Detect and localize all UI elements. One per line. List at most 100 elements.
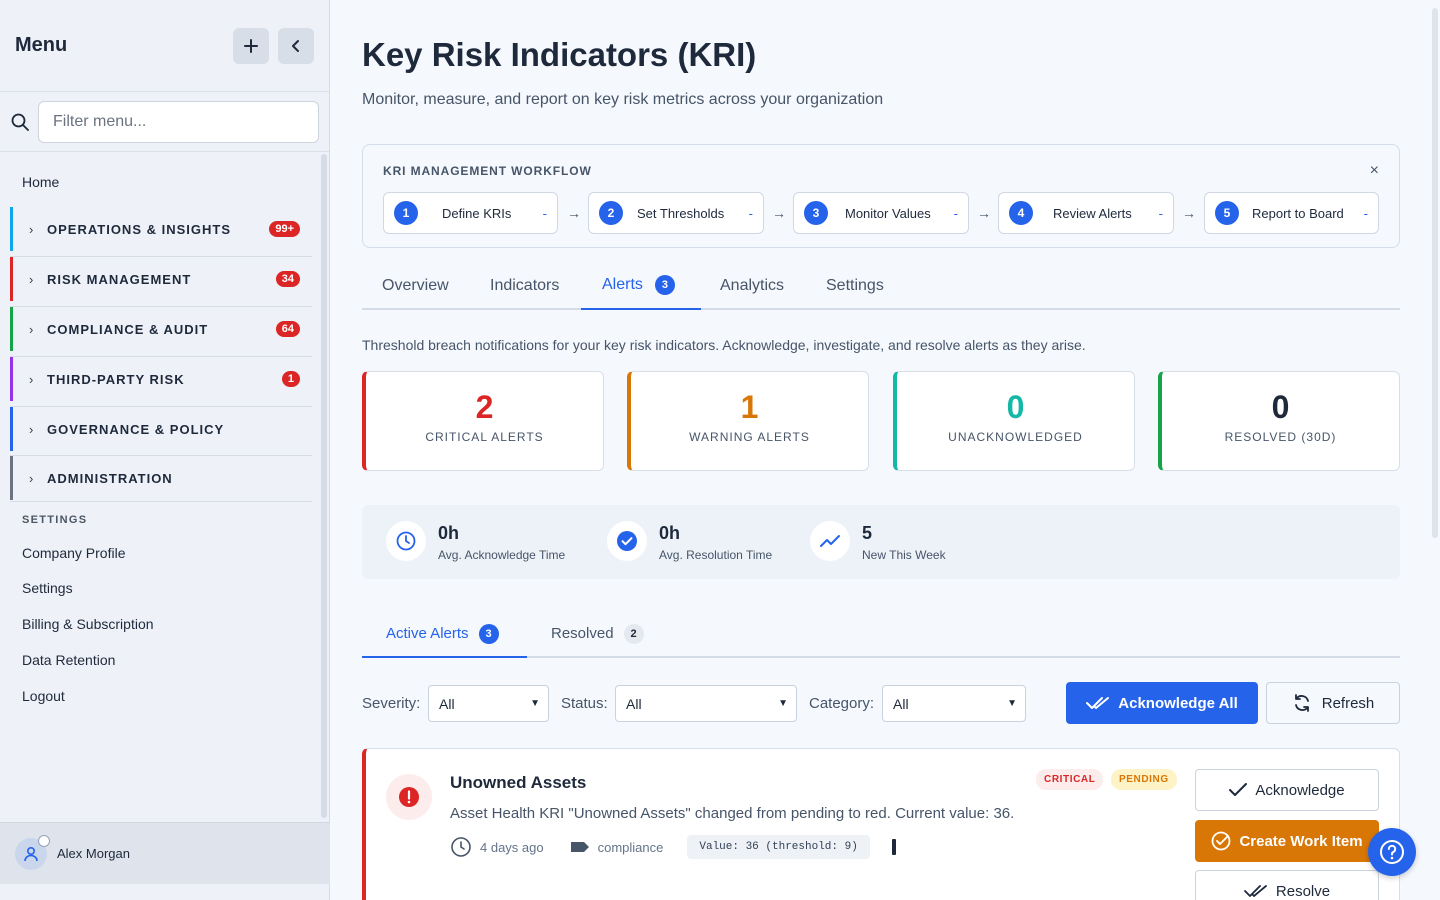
workflow-step-set-thresholds[interactable]: 2 Set Thresholds - xyxy=(588,192,764,234)
add-button[interactable] xyxy=(233,27,269,64)
severity-label: Severity: xyxy=(362,695,421,712)
sidebar-item-company-profile[interactable]: Company Profile xyxy=(22,545,126,561)
active-subtab-indicator xyxy=(362,656,527,658)
workflow-step-define-kris[interactable]: 1 Define KRIs - xyxy=(383,192,558,234)
chevron-right-icon: › xyxy=(29,470,34,486)
sidebar-group-governance-policy[interactable]: › GOVERNANCE & POLICY xyxy=(10,407,312,451)
alert-subtabs: Active Alerts 3 Resolved 2 xyxy=(362,610,1400,658)
chevron-down-icon: ▼ xyxy=(530,698,540,709)
page-scrollbar[interactable] xyxy=(1432,8,1438,538)
page-subtitle: Monitor, measure, and report on key risk… xyxy=(362,91,884,108)
double-check-icon xyxy=(1086,697,1110,709)
tab-active-alerts[interactable]: Active Alerts 3 xyxy=(386,624,499,644)
alert-card: Unowned Assets CRITICAL PENDING Asset He… xyxy=(362,748,1400,900)
stat-card-warning: 1 WARNING ALERTS xyxy=(627,371,869,471)
divider xyxy=(10,501,312,502)
step-status: - xyxy=(1363,205,1368,221)
category-label: Category: xyxy=(809,695,875,712)
step-status: - xyxy=(953,205,958,221)
chevron-right-icon: › xyxy=(29,271,34,287)
metric-label: Avg. Resolution Time xyxy=(659,548,773,562)
alerts-count-badge: 3 xyxy=(654,275,675,295)
tab-settings[interactable]: Settings xyxy=(826,277,884,295)
tab-indicators[interactable]: Indicators xyxy=(490,277,559,295)
workflow-step-report-to-board[interactable]: 5 Report to Board - xyxy=(1204,192,1379,234)
metric-new-this-week: 5 New This Week xyxy=(810,521,946,562)
refresh-button[interactable]: Refresh xyxy=(1266,682,1400,724)
stat-label: CRITICAL ALERTS xyxy=(425,430,544,444)
step-status: - xyxy=(748,205,753,221)
severity-select[interactable]: All ▼ xyxy=(428,685,549,722)
stat-label: RESOLVED (30D) xyxy=(1224,430,1337,444)
help-button[interactable] xyxy=(1368,828,1416,876)
tab-alerts[interactable]: Alerts 3 xyxy=(602,275,675,295)
metric-value: 5 xyxy=(862,523,873,543)
metric-resolution-time: 0h Avg. Resolution Time xyxy=(607,521,772,562)
sidebar-group-administration[interactable]: › ADMINISTRATION xyxy=(10,456,312,500)
workflow-panel: KRI MANAGEMENT WORKFLOW × 1 Define KRIs … xyxy=(362,144,1400,248)
sidebar-item-settings[interactable]: Settings xyxy=(22,580,73,596)
user-profile[interactable]: Alex Morgan xyxy=(0,822,330,884)
sidebar-group-compliance-audit[interactable]: › COMPLIANCE & AUDIT 64 xyxy=(10,307,312,351)
sidebar-group-risk-management[interactable]: › RISK MANAGEMENT 34 xyxy=(10,257,312,301)
stat-card-resolved: 0 RESOLVED (30D) xyxy=(1158,371,1400,471)
status-badge: PENDING xyxy=(1111,769,1177,790)
user-name: Alex Morgan xyxy=(57,846,130,861)
status-select[interactable]: All ▼ xyxy=(615,685,797,722)
sidebar-group-label: OPERATIONS & INSIGHTS xyxy=(47,221,231,237)
sidebar-group-operations-insights[interactable]: › OPERATIONS & INSIGHTS 99+ xyxy=(10,207,312,251)
chevron-left-icon xyxy=(292,39,299,52)
acknowledge-button[interactable]: Acknowledge xyxy=(1195,769,1379,811)
sidebar-item-data-retention[interactable]: Data Retention xyxy=(22,652,115,668)
button-label: Resolve xyxy=(1275,882,1331,900)
sidebar-item-home[interactable]: Home xyxy=(22,174,59,190)
user-icon xyxy=(24,846,38,861)
stat-value: 1 xyxy=(740,389,759,425)
resolve-button[interactable]: Resolve xyxy=(1195,870,1379,900)
button-label: Acknowledge All xyxy=(1118,694,1238,712)
tab-label: Alerts xyxy=(602,276,643,294)
avatar xyxy=(15,834,50,870)
workflow-step-review-alerts[interactable]: 4 Review Alerts - xyxy=(998,192,1174,234)
create-work-item-button[interactable]: Create Work Item xyxy=(1195,820,1379,862)
clock-icon xyxy=(386,521,426,561)
resolved-count-badge: 2 xyxy=(623,624,644,644)
sidebar-nav: Home › OPERATIONS & INSIGHTS 99+ › RISK … xyxy=(0,152,330,820)
workflow-title: KRI MANAGEMENT WORKFLOW xyxy=(383,164,592,178)
sidebar: Menu Home › OPERATIONS & INSIGHTS 99+ › … xyxy=(0,0,330,900)
chevron-right-icon: › xyxy=(29,421,34,437)
category-select[interactable]: All ▼ xyxy=(882,685,1026,722)
stat-label: WARNING ALERTS xyxy=(689,430,810,444)
sidebar-group-third-party-risk[interactable]: › THIRD-PARTY RISK 1 xyxy=(10,357,312,401)
acknowledge-all-button[interactable]: Acknowledge All xyxy=(1066,682,1258,724)
tab-resolved[interactable]: Resolved 2 xyxy=(551,624,644,644)
tab-overview[interactable]: Overview xyxy=(382,277,449,295)
count-badge: 99+ xyxy=(269,221,300,237)
metric-value: 0h xyxy=(659,523,681,543)
filter-menu-input[interactable] xyxy=(38,100,319,143)
sidebar-group-label: COMPLIANCE & AUDIT xyxy=(47,321,209,337)
tab-analytics[interactable]: Analytics xyxy=(720,277,784,295)
step-label: Set Thresholds xyxy=(637,205,725,221)
close-icon[interactable]: × xyxy=(1370,162,1379,180)
sidebar-group-label: GOVERNANCE & POLICY xyxy=(47,421,225,437)
collapse-sidebar-button[interactable] xyxy=(278,27,314,64)
step-number: 4 xyxy=(1009,201,1033,225)
alerts-description: Threshold breach notifications for your … xyxy=(362,337,1086,353)
count-badge: 64 xyxy=(275,321,300,337)
status-value: All xyxy=(626,695,642,712)
step-label: Define KRIs xyxy=(442,205,512,221)
arrow-right-icon: → xyxy=(1182,205,1196,221)
arrow-right-icon: → xyxy=(977,205,991,221)
sidebar-item-billing[interactable]: Billing & Subscription xyxy=(22,616,154,632)
stat-card-unacknowledged: 0 UNACKNOWLEDGED xyxy=(893,371,1135,471)
sidebar-item-logout[interactable]: Logout xyxy=(22,688,65,704)
page-title: Key Risk Indicators (KRI) xyxy=(362,36,757,73)
alert-time: 4 days ago xyxy=(480,839,544,855)
check-circle-icon xyxy=(607,521,647,561)
plus-icon xyxy=(244,38,258,53)
tab-label: Resolved xyxy=(551,624,614,642)
category-value: All xyxy=(893,695,909,712)
workflow-step-monitor-values[interactable]: 3 Monitor Values - xyxy=(793,192,969,234)
active-count-badge: 3 xyxy=(478,624,499,644)
